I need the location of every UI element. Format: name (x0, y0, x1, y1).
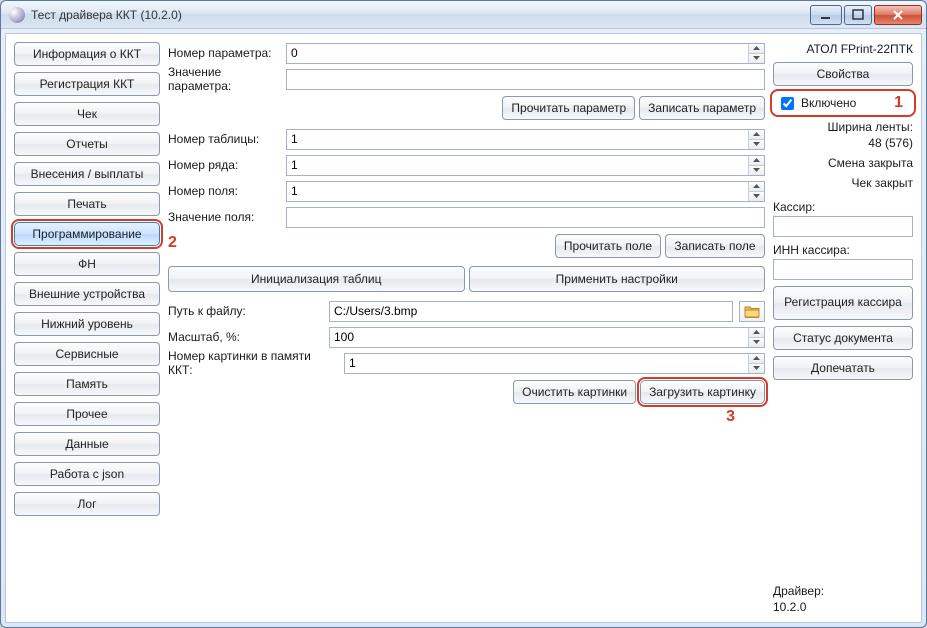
param-value-label: Значение параметра: (168, 65, 280, 93)
spin-up-icon[interactable] (749, 328, 764, 338)
pic-index-input[interactable] (344, 353, 765, 374)
file-path-label: Путь к файлу: (168, 304, 323, 318)
sidebar-item-service[interactable]: Сервисные (14, 342, 160, 366)
param-value-input[interactable] (286, 69, 765, 90)
enabled-label: Включено (801, 96, 856, 110)
maximize-button[interactable] (844, 5, 872, 25)
file-path-input[interactable] (329, 301, 733, 322)
cashier-inn-label: ИНН кассира: (773, 243, 913, 257)
param-number-label: Номер параметра: (168, 46, 280, 60)
init-tables-button[interactable]: Инициализация таблиц (168, 266, 465, 292)
tape-width-label: Ширина ленты: (773, 120, 913, 134)
sidebar-item-programming[interactable]: Программирование (14, 222, 160, 246)
main-form: Номер параметра: Значение параметра: Про… (168, 42, 765, 614)
write-param-button[interactable]: Записать параметр (639, 96, 765, 120)
window-title: Тест драйвера ККТ (10.2.0) (31, 8, 810, 22)
driver-version: 10.2.0 (773, 600, 913, 614)
titlebar[interactable]: Тест драйвера ККТ (10.2.0) (1, 1, 926, 29)
spin-down-icon[interactable] (749, 54, 764, 63)
sidebar-item-memory[interactable]: Память (14, 372, 160, 396)
field-number-label: Номер поля: (168, 184, 280, 198)
sidebar-item-lowlevel[interactable]: Нижний уровень (14, 312, 160, 336)
tape-width-value: 48 (576) (773, 136, 913, 150)
sidebar-item-json[interactable]: Работа с json (14, 462, 160, 486)
folder-icon (744, 304, 760, 318)
cashier-inn-input[interactable] (773, 259, 913, 280)
spin-up-icon[interactable] (749, 44, 764, 54)
device-name: АТОЛ FPrint-22ПТК (773, 42, 913, 56)
right-panel: АТОЛ FPrint-22ПТК Свойства Включено 1 Ши… (773, 42, 913, 614)
row-number-label: Номер ряда: (168, 158, 280, 172)
close-button[interactable] (874, 5, 922, 25)
cashier-input[interactable] (773, 216, 913, 237)
scale-input[interactable] (329, 327, 765, 348)
sidebar-item-external[interactable]: Внешние устройства (14, 282, 160, 306)
clear-pics-button[interactable]: Очистить картинки (513, 380, 636, 404)
reprint-button[interactable]: Допечатать (773, 356, 913, 380)
field-number-field[interactable] (287, 182, 748, 201)
row-number-input[interactable] (286, 155, 765, 176)
sidebar-item-info[interactable]: Информация о ККТ (14, 42, 160, 66)
table-number-input[interactable] (286, 129, 765, 150)
load-pic-button[interactable]: Загрузить картинку (640, 380, 765, 404)
spin-up-icon[interactable] (749, 156, 764, 166)
spin-down-icon[interactable] (749, 140, 764, 149)
document-status-button[interactable]: Статус документа (773, 326, 913, 350)
read-field-button[interactable]: Прочитать поле (555, 234, 661, 258)
sidebar-item-receipt[interactable]: Чек (14, 102, 160, 126)
app-window: Тест драйвера ККТ (10.2.0) Информация о … (0, 0, 927, 628)
spin-up-icon[interactable] (749, 182, 764, 192)
spin-down-icon[interactable] (749, 166, 764, 175)
sidebar: Информация о ККТ Регистрация ККТ Чек Отч… (14, 42, 160, 614)
client-area: Информация о ККТ Регистрация ККТ Чек Отч… (5, 33, 922, 623)
spin-down-icon[interactable] (749, 192, 764, 201)
scale-field[interactable] (330, 328, 748, 347)
receipt-status: Чек закрыт (773, 176, 913, 190)
enabled-checkbox-row[interactable]: Включено (773, 92, 913, 114)
pic-index-label: Номер картинки в памяти ККТ: (168, 349, 338, 377)
spin-down-icon[interactable] (749, 364, 764, 373)
param-number-input[interactable] (286, 43, 765, 64)
app-icon (9, 7, 25, 23)
spin-down-icon[interactable] (749, 338, 764, 347)
sidebar-item-print[interactable]: Печать (14, 192, 160, 216)
sidebar-item-data[interactable]: Данные (14, 432, 160, 456)
sidebar-item-other[interactable]: Прочее (14, 402, 160, 426)
sidebar-item-deposit[interactable]: Внесения / выплаты (14, 162, 160, 186)
field-number-input[interactable] (286, 181, 765, 202)
sidebar-item-fn[interactable]: ФН (14, 252, 160, 276)
table-number-field[interactable] (287, 130, 748, 149)
scale-label: Масштаб, %: (168, 330, 323, 344)
row-number-field[interactable] (287, 156, 748, 175)
spin-up-icon[interactable] (749, 130, 764, 140)
sidebar-item-registration[interactable]: Регистрация ККТ (14, 72, 160, 96)
cashier-label: Кассир: (773, 200, 913, 214)
shift-status: Смена закрыта (773, 156, 913, 170)
spin-up-icon[interactable] (749, 354, 764, 364)
sidebar-item-reports[interactable]: Отчеты (14, 132, 160, 156)
read-param-button[interactable]: Прочитать параметр (502, 96, 635, 120)
field-value-input[interactable] (286, 207, 765, 228)
browse-file-button[interactable] (739, 301, 765, 322)
enabled-checkbox[interactable] (781, 97, 794, 110)
field-value-label: Значение поля: (168, 210, 280, 224)
param-number-field[interactable] (287, 44, 748, 63)
sidebar-item-log[interactable]: Лог (14, 492, 160, 516)
write-field-button[interactable]: Записать поле (665, 234, 765, 258)
driver-label: Драйвер: (773, 584, 913, 598)
apply-settings-button[interactable]: Применить настройки (469, 266, 766, 292)
properties-button[interactable]: Свойства (773, 62, 913, 86)
minimize-button[interactable] (810, 5, 842, 25)
annotation-3: 3 (726, 408, 735, 426)
register-cashier-button[interactable]: Регистрация кассира (773, 286, 913, 320)
pic-index-field[interactable] (345, 354, 748, 373)
table-number-label: Номер таблицы: (168, 132, 280, 146)
